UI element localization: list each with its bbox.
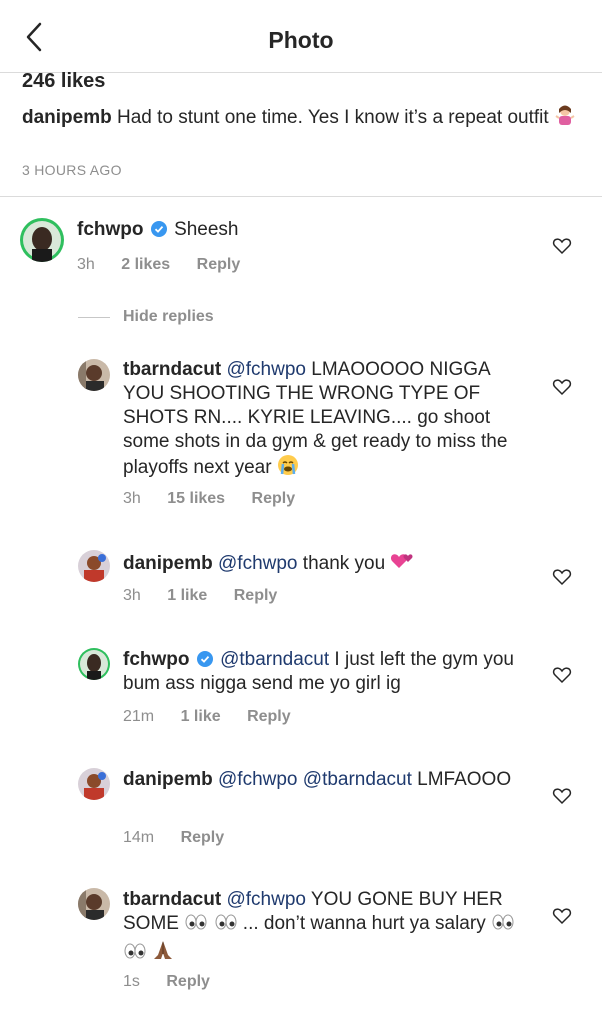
reply-time: 3h (123, 587, 141, 604)
verified-badge-icon (196, 650, 213, 667)
avatar-fchwpo[interactable] (20, 218, 64, 262)
eyes-emoji-icon (214, 912, 238, 939)
heart-icon[interactable] (552, 906, 572, 926)
reply-button[interactable]: Reply (234, 587, 278, 604)
comment-body: Sheesh (174, 219, 239, 240)
comment-likes[interactable]: 2 likes (121, 256, 170, 273)
comment-meta: 3h 2 likes Reply (77, 256, 262, 274)
reply-text: tbarndacut @fchwpo LMAOOOOO NIGGA YOU SH… (123, 358, 523, 483)
avatar-fchwpo[interactable] (78, 648, 110, 680)
reply-button[interactable]: Reply (197, 256, 241, 273)
avatar-danipemb[interactable] (78, 550, 110, 582)
reply-username[interactable]: tbarndacut (123, 359, 221, 380)
reply-button[interactable]: Reply (252, 490, 296, 507)
page-title: Photo (268, 27, 334, 53)
reply-time: 21m (123, 708, 155, 725)
reply-button[interactable]: Reply (181, 829, 225, 846)
heart-icon[interactable] (552, 567, 572, 587)
reply-likes[interactable]: 1 like (181, 708, 221, 725)
eyes-emoji-icon (184, 912, 208, 939)
reply-time: 1s (123, 973, 140, 990)
avatar-tbarndacut[interactable] (78, 359, 110, 391)
hearts-emoji-icon (390, 550, 414, 579)
reply-mention[interactable]: @fchwpo (218, 553, 298, 574)
avatar-danipemb[interactable] (78, 768, 110, 800)
comment-time: 3h (77, 256, 95, 273)
caption-username[interactable]: danipemb (22, 107, 112, 128)
caption-text: Had to stunt one time. Yes I know it’s a… (117, 107, 549, 128)
heart-icon[interactable] (552, 377, 572, 397)
praying-hands-emoji-icon (152, 939, 174, 968)
avatar-tbarndacut[interactable] (78, 888, 110, 920)
reply-text: danipemb @fchwpo thank you (123, 550, 523, 579)
reply-username[interactable]: danipemb (123, 553, 213, 574)
verified-badge-icon (150, 220, 167, 237)
reply-text: fchwpo @tbarndacut I just left the gym y… (123, 648, 543, 696)
reply-mention[interactable]: @fchwpo @tbarndacut (218, 769, 412, 790)
reply-text: danipemb @fchwpo @tbarndacut LMFAOOO (123, 768, 523, 792)
reply-username[interactable]: tbarndacut (123, 889, 221, 910)
woman-shrugging-emoji-icon (554, 104, 576, 133)
eyes-emoji-icon (123, 941, 147, 968)
reply-meta: 3h 1 like Reply (123, 587, 299, 605)
reply-likes[interactable]: 1 like (167, 587, 207, 604)
reply-likes[interactable]: 15 likes (167, 490, 225, 507)
reply-button[interactable]: Reply (166, 973, 210, 990)
reply-body: LMFAOOO (417, 769, 512, 790)
eyes-emoji-icon (491, 912, 515, 939)
post-timestamp: 3 HOURS AGO (22, 162, 122, 178)
heart-icon[interactable] (552, 236, 572, 256)
reply-time: 3h (123, 490, 141, 507)
divider (0, 196, 602, 197)
reply-meta: 21m 1 like Reply (123, 708, 313, 726)
reply-text: tbarndacut @fchwpo YOU GONE BUY HER SOME… (123, 888, 523, 968)
hide-replies-button[interactable]: Hide replies (123, 308, 214, 326)
reply-time: 14m (123, 829, 155, 846)
reply-username[interactable]: danipemb (123, 769, 213, 790)
reply-meta: 14m Reply (123, 829, 246, 847)
comment-text: fchwpo Sheesh (77, 218, 537, 242)
hide-replies-line (78, 317, 110, 318)
post-caption: danipemb Had to stunt one time. Yes I kn… (22, 104, 582, 133)
reply-meta: 3h 15 likes Reply (123, 490, 317, 508)
reply-button[interactable]: Reply (247, 708, 291, 725)
reply-meta: 1s Reply (123, 973, 232, 991)
reply-mention[interactable]: @fchwpo (226, 359, 306, 380)
heart-icon[interactable] (552, 786, 572, 806)
crying-face-emoji-icon (277, 454, 299, 483)
reply-body-continued: ... don’t wanna hurt ya salary (242, 913, 486, 934)
top-bar: Photo (0, 0, 602, 73)
heart-icon[interactable] (552, 665, 572, 685)
reply-body: thank you (302, 553, 386, 574)
reply-username[interactable]: fchwpo (123, 649, 190, 670)
comment-username[interactable]: fchwpo (77, 219, 144, 240)
reply-mention[interactable]: @tbarndacut (220, 649, 329, 670)
reply-mention[interactable]: @fchwpo (226, 889, 306, 910)
likes-count[interactable]: 246 likes (22, 70, 105, 93)
